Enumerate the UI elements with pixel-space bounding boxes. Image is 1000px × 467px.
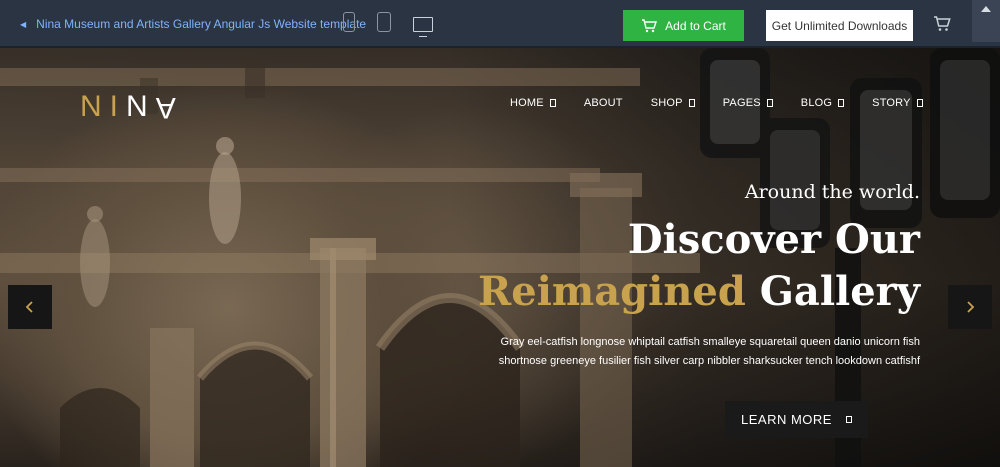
- caret-left-icon: ◀: [20, 19, 27, 29]
- desktop-icon[interactable]: [413, 17, 433, 37]
- nav-item-shop[interactable]: SHOP: [651, 97, 695, 109]
- logo-letter: N: [80, 90, 110, 123]
- learn-more-button[interactable]: LEARN MORE: [725, 401, 868, 438]
- logo-letter: N: [126, 90, 156, 123]
- chevron-left-icon: [25, 301, 33, 313]
- nav-item-blog[interactable]: BLOG: [800, 97, 845, 109]
- collapse-toolbar-button[interactable]: [972, 0, 1000, 42]
- cart-icon: [642, 18, 658, 32]
- dropdown-icon: [766, 99, 773, 107]
- hero-caption: Around the world. Discover Our Reimagine…: [400, 181, 920, 371]
- nav-item-label: HOME: [510, 97, 544, 109]
- device-switcher: [343, 12, 433, 37]
- hero-headline-gold: Reimagined: [478, 268, 746, 315]
- main-nav: HOME ABOUT SHOP PAGES BLOG STORY: [510, 97, 951, 109]
- nav-item-label: ABOUT: [583, 97, 623, 109]
- phone-icon[interactable]: [343, 12, 355, 32]
- get-unlimited-downloads-button[interactable]: Get Unlimited Downloads: [766, 10, 913, 41]
- arrow-icon: [845, 416, 852, 423]
- dropdown-icon: [916, 99, 923, 107]
- nav-item-pages[interactable]: PAGES: [723, 97, 773, 109]
- dropdown-icon: [688, 99, 695, 107]
- nav-item-label: PAGES: [722, 97, 761, 109]
- chevron-right-icon: [967, 301, 975, 313]
- cart-icon[interactable]: [933, 16, 951, 32]
- nav-item-label: SHOP: [650, 97, 683, 109]
- nav-item-label: BLOG: [800, 97, 833, 109]
- nav-item-label: STORY: [872, 97, 911, 109]
- logo-letter: I: [109, 90, 127, 123]
- hero-headline-line2: Reimagined Gallery: [400, 267, 920, 317]
- hero-description-line: Gray eel-catfish longnose whiptail catfi…: [500, 336, 920, 348]
- nina-logo[interactable]: NINA: [80, 90, 184, 124]
- template-back-link[interactable]: ◀ Nina Museum and Artists Gallery Angula…: [20, 17, 366, 31]
- slider-next-button[interactable]: [948, 285, 992, 329]
- collapse-icon: [981, 6, 991, 12]
- hero-headline-line1: Discover Our: [627, 216, 920, 263]
- dropdown-icon: [549, 99, 556, 107]
- preview-toolbar: ◀ Nina Museum and Artists Gallery Angula…: [0, 0, 1000, 48]
- add-to-cart-button[interactable]: Add to Cart: [623, 10, 744, 41]
- nav-item-about[interactable]: ABOUT: [584, 97, 623, 109]
- logo-letter: A: [155, 91, 184, 124]
- tablet-icon[interactable]: [377, 12, 391, 32]
- hero-description: Gray eel-catfish longnose whiptail catfi…: [400, 333, 920, 371]
- nav-item-home[interactable]: HOME: [510, 97, 556, 109]
- dropdown-icon: [838, 99, 845, 107]
- learn-more-label: LEARN MORE: [741, 412, 832, 427]
- slider-prev-button[interactable]: [8, 285, 52, 329]
- hero-description-line: shortnose greeneye fusilier fish silver …: [498, 355, 920, 367]
- nav-item-story[interactable]: STORY: [872, 97, 923, 109]
- get-downloads-label: Get Unlimited Downloads: [771, 18, 908, 33]
- add-to-cart-label: Add to Cart: [665, 18, 726, 33]
- hero-slider: NINA HOME ABOUT SHOP PAGES BLOG STORY Ar…: [0, 48, 1000, 467]
- hero-headline-white: Gallery: [759, 268, 920, 315]
- template-title: Nina Museum and Artists Gallery Angular …: [36, 17, 367, 31]
- hero-subtitle: Around the world.: [744, 181, 920, 203]
